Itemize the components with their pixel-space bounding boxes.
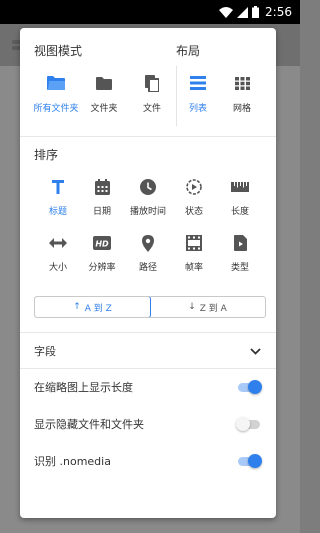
- setting-show-hidden[interactable]: 显示隐藏文件和文件夹: [34, 415, 262, 433]
- sort-by-play-time[interactable]: 播放时间: [124, 178, 172, 217]
- setting-label: 在缩略图上显示长度: [34, 381, 133, 394]
- show-length-switch[interactable]: [236, 380, 262, 394]
- divider: [20, 368, 276, 369]
- show-hidden-switch[interactable]: [236, 417, 262, 431]
- view-options-dialog: 视图模式 布局 所有文件夹 文件夹 文件 列表 网格 排序 标题 日期 播放时间…: [20, 28, 276, 518]
- wifi-icon: [219, 6, 234, 18]
- view-mode-title: 视图模式: [34, 44, 83, 58]
- sort-title: 排序: [34, 148, 59, 162]
- setting-nomedia[interactable]: 识别 .nomedia: [34, 452, 262, 470]
- sort-by-frame-rate[interactable]: 帧率: [170, 234, 218, 273]
- sort-asc-label: A 到 Z: [84, 303, 112, 314]
- sort-asc-button[interactable]: ↑ A 到 Z: [35, 297, 151, 317]
- sort-by-resolution[interactable]: HD 分辨率: [78, 234, 126, 273]
- sort-by-length[interactable]: 长度: [216, 178, 264, 217]
- sort-label: 日期: [92, 207, 111, 217]
- sort-desc-label: Z 到 A: [199, 303, 227, 314]
- sort-label: 路径: [138, 263, 157, 273]
- clock-icon: [124, 178, 172, 196]
- file-play-icon: [216, 234, 264, 252]
- sort-by-size[interactable]: 大小: [34, 234, 82, 273]
- sort-desc-button[interactable]: ↓ Z 到 A: [150, 297, 265, 317]
- sort-by-status[interactable]: 状态: [170, 178, 218, 217]
- nomedia-switch[interactable]: [236, 454, 262, 468]
- layout-label: 网格: [232, 104, 251, 114]
- film-icon: [170, 234, 218, 252]
- layout-title: 布局: [176, 44, 201, 58]
- setting-label: 显示隐藏文件和文件夹: [34, 418, 144, 431]
- fields-title: 字段: [34, 345, 56, 358]
- sort-label: 分辨率: [88, 263, 116, 273]
- fields-row[interactable]: 字段: [34, 342, 262, 360]
- sort-label: 状态: [184, 207, 203, 217]
- signal-icon: [237, 6, 249, 18]
- sort-label: 播放时间: [129, 207, 166, 217]
- ruler-icon: [216, 178, 264, 196]
- sort-label: 帧率: [184, 263, 203, 273]
- divider: [20, 136, 276, 137]
- sort-by-title[interactable]: 标题: [34, 178, 82, 217]
- sort-label: 长度: [230, 207, 249, 217]
- sort-label: 标题: [48, 207, 67, 217]
- hd-icon: HD: [78, 234, 126, 252]
- sort-by-path[interactable]: 路径: [124, 234, 172, 273]
- calendar-icon: [78, 178, 126, 196]
- arrow-down-icon: ↓: [188, 302, 196, 312]
- sort-order-toggle: ↑ A 到 Z ↓ Z 到 A: [34, 296, 266, 318]
- sort-label: 类型: [230, 263, 249, 273]
- sort-by-type[interactable]: 类型: [216, 234, 264, 273]
- layout-grid[interactable]: 网格: [214, 74, 270, 114]
- setting-label: 识别 .nomedia: [34, 455, 111, 468]
- sort-by-date[interactable]: 日期: [78, 178, 126, 217]
- title-T-icon: [34, 178, 82, 196]
- grid-icon: [214, 74, 270, 92]
- status-time: 2:56: [265, 5, 292, 19]
- battery-icon: [252, 6, 260, 18]
- chevron-down-icon: [248, 344, 262, 358]
- status-bar: 2:56: [0, 0, 300, 24]
- divider: [20, 332, 276, 333]
- play-status-icon: [170, 178, 218, 196]
- svg-text:HD: HD: [95, 240, 109, 249]
- location-pin-icon: [124, 234, 172, 252]
- setting-show-length[interactable]: 在缩略图上显示长度: [34, 378, 262, 396]
- arrows-horizontal-icon: [34, 234, 82, 252]
- arrow-up-icon: ↑: [73, 302, 81, 312]
- sort-label: 大小: [48, 263, 67, 273]
